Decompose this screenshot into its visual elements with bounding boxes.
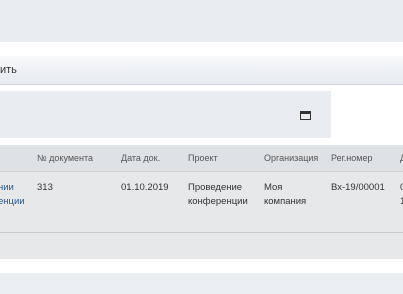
spacer [0,259,403,273]
column-header-doc-number[interactable]: № документа [37,153,93,163]
filter-bar-right [331,91,403,138]
cell-organization-line: Моя [264,182,283,193]
column-header-reg-number[interactable]: Рег.номер [331,153,372,163]
filter-bar [0,91,331,138]
spacer [0,138,403,145]
document-title-link[interactable]: нии енции [0,181,25,209]
spacer [0,42,403,56]
bottom-panel [0,273,403,294]
column-header-project[interactable]: Проект [188,153,218,163]
cell-project-line: Проведение [188,182,243,193]
cell-project-line: конференции [188,196,248,207]
cell-organization: Моя компания [264,181,306,209]
document-title-line: нии [0,182,14,193]
toolbar: авить [0,56,403,85]
cell-doc-number: 313 [37,182,53,193]
cell-organization-line: компания [264,196,307,207]
add-button[interactable]: авить [0,64,17,76]
top-panel [0,0,403,42]
table-header: № документа Дата док. Проект Организация… [0,145,403,172]
cell-doc-date: 01.10.2019 [121,182,169,193]
documents-table: № документа Дата док. Проект Организация… [0,145,403,233]
column-header-organization[interactable]: Организация [264,153,318,163]
window-icon[interactable] [300,111,311,120]
table-row[interactable]: нии енции 313 01.10.2019 Проведение конф… [0,172,403,232]
document-title-line: енции [0,196,25,207]
table-footer [0,233,403,259]
cell-project: Проведение конференции [188,181,248,209]
cell-reg-number: Вх-19/00001 [331,182,385,193]
column-header-doc-date[interactable]: Дата док. [121,153,160,163]
